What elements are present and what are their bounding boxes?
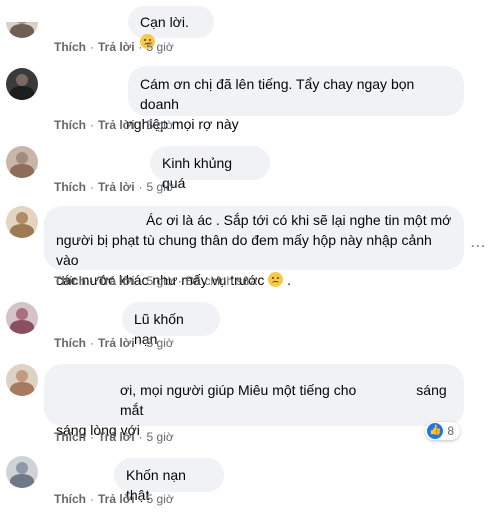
comment-actions: Thích · Trả lời · 5 giờ <box>54 39 174 55</box>
comment-bubble: Cám ơn chị đã lên tiếng. Tẩy chay ngay b… <box>126 66 464 132</box>
edited-label[interactable]: Đã chỉnh sửa <box>186 274 257 288</box>
comment-text: Cạn lời. <box>140 14 189 30</box>
comment-text: người bị phạt tù chung thân do đem mấy h… <box>56 232 432 268</box>
reply-button[interactable]: Trả lời <box>98 180 135 194</box>
avatar[interactable] <box>6 364 38 396</box>
comment-actions: Thích · Trả lời · 5 giờ <box>54 491 174 507</box>
like-button[interactable]: Thích <box>54 180 86 194</box>
like-button[interactable]: Thích <box>54 336 86 350</box>
like-button[interactable]: Thích <box>54 118 86 132</box>
comment-bubble: Cạn lời. <box>128 6 214 49</box>
reply-button[interactable]: Trả lời <box>98 274 135 288</box>
avatar[interactable] <box>6 68 38 100</box>
timestamp[interactable]: 5 giờ <box>147 336 174 350</box>
separator: · <box>138 274 143 288</box>
comment-bubble: Khốn nạn thật <box>114 458 224 503</box>
separator: · <box>90 430 94 444</box>
comment-text: Cám ơn chị đã lên tiếng. Tẩy chay ngay b… <box>140 76 415 112</box>
comment-text: nghiệp mọi rợ này <box>126 116 239 132</box>
separator: · <box>177 274 182 288</box>
like-button[interactable]: Thích <box>54 40 86 54</box>
comment-bubble: Ác ơi là ác . Sắp tới có khi sẽ lại nghe… <box>44 206 464 288</box>
comment-text: ơi, mọi người giúp Miêu một tiếng cho sán… <box>120 382 447 418</box>
timestamp[interactable]: 5 giờ <box>147 180 174 194</box>
separator: · <box>138 430 143 444</box>
timestamp[interactable]: 5 giờ <box>147 40 174 54</box>
separator: · <box>90 274 94 288</box>
avatar[interactable] <box>6 22 38 38</box>
timestamp[interactable]: 5 giờ <box>147 118 174 132</box>
reply-button[interactable]: Trả lời <box>98 118 135 132</box>
comment-text: Ác ơi là ác . Sắp tới có khi sẽ lại nghe… <box>146 212 452 228</box>
like-button[interactable]: Thích <box>54 492 86 506</box>
separator: · <box>90 40 94 54</box>
separator: · <box>138 492 143 506</box>
avatar[interactable] <box>6 146 38 178</box>
redacted-name <box>356 383 417 395</box>
separator: · <box>138 40 143 54</box>
avatar[interactable] <box>6 302 38 334</box>
reaction-count: 8 <box>447 424 454 438</box>
separator: · <box>90 180 94 194</box>
separator: · <box>90 336 94 350</box>
sad-emoji-icon <box>268 272 284 287</box>
reaction-summary[interactable]: 👍 8 <box>425 422 460 440</box>
comment-bubble: Lũ khốn nạn <box>122 302 220 347</box>
comment-actions: Thích · Trả lời · 5 giờ <box>54 429 174 445</box>
timestamp[interactable]: 5 giờ <box>147 274 174 288</box>
like-button[interactable]: Thích <box>54 430 86 444</box>
separator: · <box>90 492 94 506</box>
timestamp[interactable]: 5 giờ <box>147 430 174 444</box>
reply-button[interactable]: Trả lời <box>98 40 135 54</box>
reply-button[interactable]: Trả lời <box>98 492 135 506</box>
avatar[interactable] <box>6 456 38 488</box>
more-options-icon[interactable]: ⋯ <box>470 236 486 256</box>
separator: · <box>138 118 143 132</box>
separator: · <box>138 336 143 350</box>
comment-actions: Thích · Trả lời · 5 giờ <box>54 117 174 133</box>
comment-actions: Thích · Trả lời · 5 giờ · Đã chỉnh sửa <box>54 273 257 289</box>
separator: · <box>90 118 94 132</box>
comment-actions: Thích · Trả lời · 5 giờ <box>54 179 174 195</box>
reply-button[interactable]: Trả lời <box>98 430 135 444</box>
like-button[interactable]: Thích <box>54 274 86 288</box>
thumbs-up-icon: 👍 <box>427 423 444 439</box>
separator: · <box>138 180 143 194</box>
avatar[interactable] <box>6 206 38 238</box>
comment-bubble: ơi, mọi người giúp Miêu một tiếng cho sán… <box>44 364 464 438</box>
comment-bubble: Kinh khủng quá <box>150 146 270 191</box>
timestamp[interactable]: 5 giờ <box>147 492 174 506</box>
comment-actions: Thích · Trả lời · 5 giờ <box>54 335 174 351</box>
reply-button[interactable]: Trả lời <box>98 336 135 350</box>
